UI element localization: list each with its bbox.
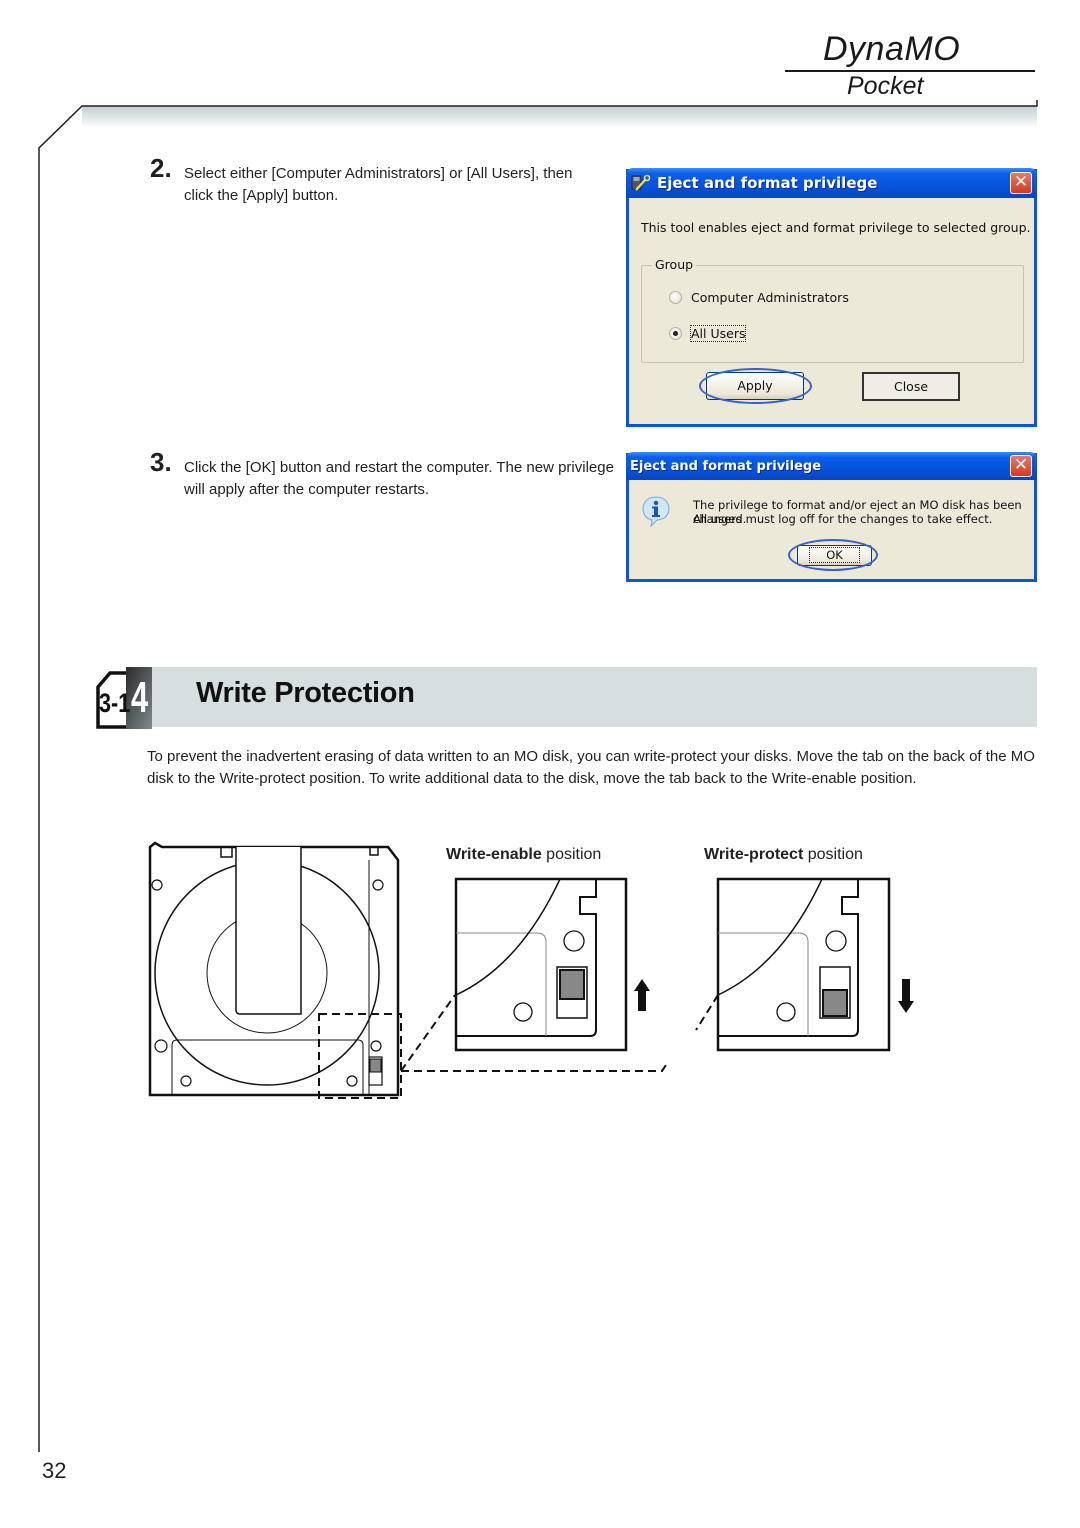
zoom-region-box (318, 1013, 402, 1099)
mo-disk-illustration (148, 841, 400, 1097)
mo-disk-figure (148, 841, 914, 1099)
write-enable-detail (454, 877, 628, 1052)
write-protect-detail (716, 877, 891, 1052)
page-number: 32 (42, 1458, 67, 1483)
arrow-up-icon (634, 979, 650, 1011)
arrow-down-icon (898, 979, 914, 1013)
